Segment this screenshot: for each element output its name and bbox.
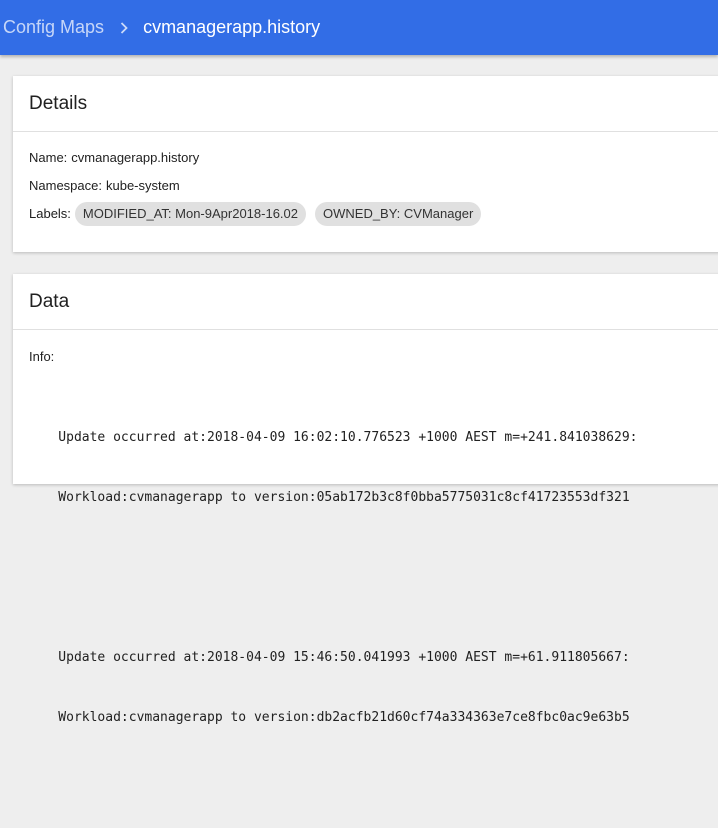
- data-card-title: Data: [13, 274, 718, 330]
- breadcrumb-config-maps-link[interactable]: Config Maps: [3, 17, 104, 38]
- label-chip-modified-at: MODIFIED_AT: Mon-9Apr2018-16.02: [74, 202, 306, 226]
- chevron-right-icon: [120, 21, 128, 34]
- labels-row: Labels: MODIFIED_AT: Mon-9Apr2018-16.02 …: [29, 202, 718, 234]
- data-card: Data Info: Update occurred at:2018-04-09…: [13, 274, 718, 725]
- data-body: Info: Update occurred at:2018-04-09 16:0…: [13, 330, 718, 828]
- name-label: Name:: [29, 150, 68, 165]
- breadcrumb-current: cvmanagerapp.history: [143, 17, 321, 37]
- info-label: Info:: [29, 349, 55, 364]
- labels-label: Labels:: [29, 206, 71, 221]
- history-entry-line: Update occurred at:2018-04-09 15:46:50.0…: [58, 650, 630, 665]
- history-entry-line: Update occurred at:2018-04-09 16:02:10.7…: [58, 430, 638, 445]
- details-card: Details Name: cvmanagerapp.history Names…: [13, 76, 718, 252]
- top-bar: Config Maps cvmanagerapp.history: [0, 0, 718, 55]
- namespace-value: kube-system: [105, 178, 180, 193]
- history-entry: Update occurred at:2018-04-09 16:02:10.7…: [58, 388, 637, 548]
- name-row: Name: cvmanagerapp.history: [29, 150, 718, 178]
- label-chip-owned-by: OWNED_BY: CVManager: [315, 202, 482, 226]
- history-entry-line: Workload:cvmanagerapp to version:05ab172…: [58, 490, 630, 505]
- namespace-label: Namespace:: [29, 178, 102, 193]
- details-card-title: Details: [13, 76, 718, 132]
- name-value: cvmanagerapp.history: [71, 150, 200, 165]
- history-entry-line: Workload:cvmanagerapp to version:db2acfb…: [58, 710, 630, 725]
- history-entry: Update occurred at:2018-04-09 15:46:50.0…: [58, 608, 637, 768]
- details-body: Name: cvmanagerapp.history Namespace: ku…: [13, 132, 718, 234]
- info-value: Update occurred at:2018-04-09 16:02:10.7…: [58, 348, 637, 828]
